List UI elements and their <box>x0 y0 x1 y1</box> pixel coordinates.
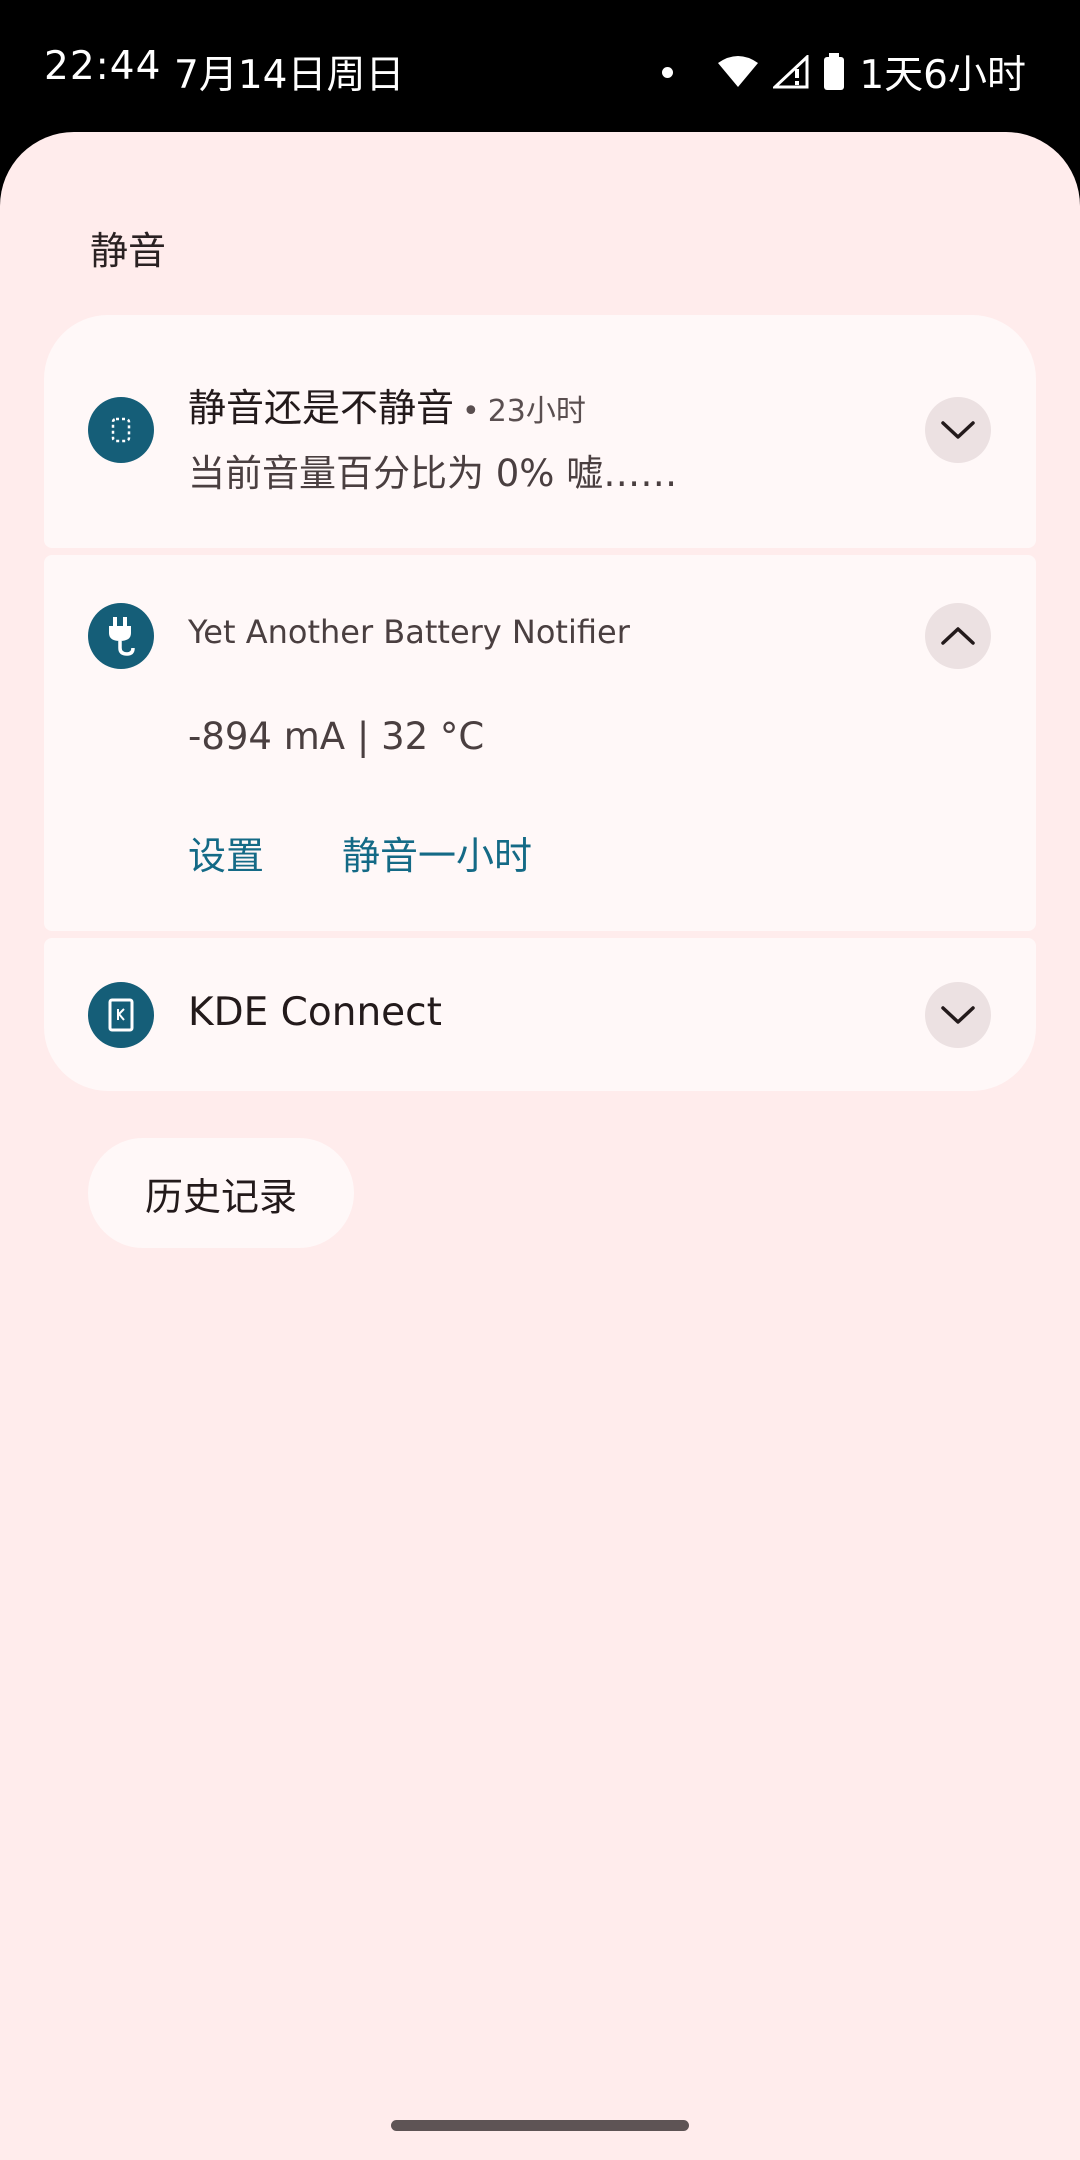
history-button[interactable]: 历史记录 <box>88 1138 354 1248</box>
wifi-icon <box>718 56 759 87</box>
expand-button[interactable] <box>925 397 991 463</box>
status-bar: 22:44 7月14日周日 1天6小时 <box>0 0 1080 135</box>
section-title: 静音 <box>90 229 167 273</box>
notification-text: 当前音量百分比为 0% 嘘…… <box>188 452 678 495</box>
app-square-icon <box>88 397 154 463</box>
notification-title: 静音还是不静音 • 23小时 <box>188 377 586 432</box>
notification-dot-icon <box>662 66 674 78</box>
collapse-button[interactable] <box>925 603 991 669</box>
status-date: 7月14日周日 <box>174 53 405 98</box>
action-mute-one-hour-button[interactable]: 静音一小时 <box>342 825 532 880</box>
kde-connect-icon <box>88 982 154 1048</box>
plug-icon <box>88 603 154 669</box>
notification-kde-connect[interactable]: KDE Connect <box>44 938 1036 1091</box>
notification-text: -894 mA | 32 °C <box>188 715 485 758</box>
battery-text: 1天6小时 <box>859 53 1026 98</box>
notification-shade: 静音 静音还是不静音 • 23小时 当前音量百分比为 0% 嘘…… Yet An… <box>0 132 1080 2160</box>
chevron-down-icon <box>941 1006 975 1024</box>
notification-group: 静音还是不静音 • 23小时 当前音量百分比为 0% 嘘…… Yet Another… <box>44 315 1036 1091</box>
notification-title: KDE Connect <box>188 990 442 1035</box>
home-indicator[interactable] <box>391 2120 689 2131</box>
separator-dot: • <box>462 394 480 429</box>
notification-time: 23小时 <box>487 394 586 429</box>
status-icons: 1天6小时 <box>662 44 1026 100</box>
chevron-up-icon <box>941 627 975 645</box>
battery-icon <box>824 53 845 90</box>
expand-button[interactable] <box>925 982 991 1048</box>
action-settings-button[interactable]: 设置 <box>188 825 264 880</box>
notification-silent-toggle[interactable]: 静音还是不静音 • 23小时 当前音量百分比为 0% 嘘…… <box>44 315 1036 548</box>
status-time: 22:44 <box>44 44 162 89</box>
notification-app-name: Yet Another Battery Notifier <box>188 613 630 651</box>
cellular-no-signal-icon <box>773 55 809 89</box>
notification-title-text: 静音还是不静音 <box>188 386 455 430</box>
chevron-down-icon <box>941 421 975 439</box>
notification-battery[interactable]: Yet Another Battery Notifier -894 mA | 3… <box>44 555 1036 931</box>
